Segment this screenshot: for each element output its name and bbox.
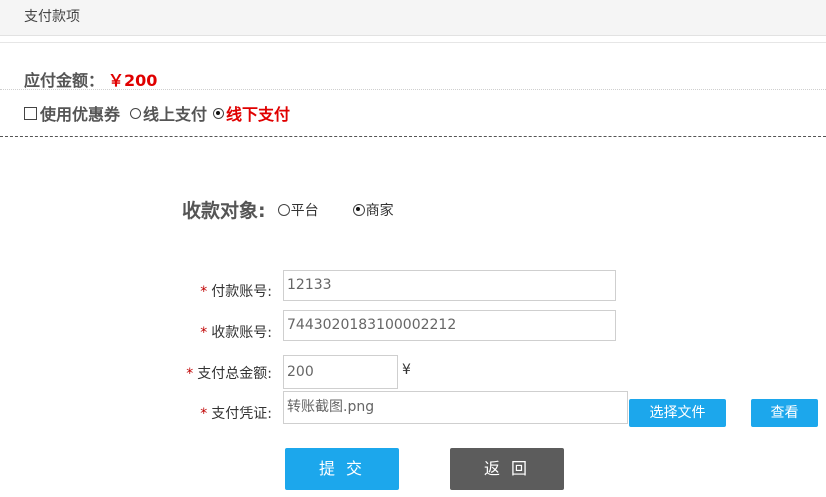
total-amount-input[interactable]: 200 xyxy=(283,355,398,389)
required-mark: * xyxy=(186,366,194,382)
payee-platform-radio[interactable]: 平台 xyxy=(277,200,319,220)
payment-options: 使用优惠券 线上支付 线下支付 xyxy=(24,101,290,125)
radio-selected-icon xyxy=(213,107,225,119)
coupon-label: 使用优惠券 xyxy=(40,105,121,124)
radio-selected-icon xyxy=(352,203,365,216)
offline-pay-radio[interactable]: 线下支付 xyxy=(213,101,290,125)
divider xyxy=(0,42,826,43)
receive-account-label-text: 收款账号: xyxy=(211,325,272,341)
pay-account-input[interactable]: 12133 xyxy=(283,270,616,301)
coupon-checkbox[interactable]: 使用优惠券 xyxy=(24,101,120,125)
online-pay-label: 线上支付 xyxy=(143,105,208,124)
divider xyxy=(0,136,826,137)
divider xyxy=(0,89,826,90)
receive-account-input[interactable]: 7443020183100002212 xyxy=(283,310,616,341)
voucher-file-input[interactable]: 转账截图.png xyxy=(283,391,628,424)
submit-button[interactable]: 提 交 xyxy=(285,448,399,490)
amount-due: 应付金额： ￥200 xyxy=(24,67,157,91)
radio-icon xyxy=(130,107,142,119)
receive-account-label: * 收款账号: xyxy=(0,322,272,342)
page-header: 支付款项 xyxy=(0,0,826,36)
amount-value: ￥200 xyxy=(108,71,158,90)
currency-unit: ¥ xyxy=(402,362,411,378)
choose-file-button[interactable]: 选择文件 xyxy=(629,399,726,427)
page-title: 支付款项 xyxy=(24,9,80,25)
pay-account-label-text: 付款账号: xyxy=(211,284,272,300)
offline-pay-label: 线下支付 xyxy=(226,105,291,124)
back-button[interactable]: 返 回 xyxy=(450,448,564,490)
amount-label: 应付金额： xyxy=(24,71,105,90)
voucher-label-text: 支付凭证: xyxy=(211,406,272,422)
pay-account-label: * 付款账号: xyxy=(0,281,272,301)
required-mark: * xyxy=(200,284,208,300)
voucher-label: * 支付凭证: xyxy=(0,403,272,423)
total-amount-label-text: 支付总金额: xyxy=(197,366,272,382)
payee-label: 收款对象: xyxy=(182,200,266,222)
required-mark: * xyxy=(200,406,208,422)
checkbox-icon xyxy=(24,107,37,120)
total-amount-label: * 支付总金额: xyxy=(0,363,272,383)
view-button[interactable]: 查看 xyxy=(751,399,818,427)
online-pay-radio[interactable]: 线上支付 xyxy=(130,101,207,125)
payee-merchant-label: 商家 xyxy=(365,202,394,219)
payee-merchant-radio[interactable]: 商家 xyxy=(352,200,394,220)
radio-icon xyxy=(277,203,290,216)
payee-platform-label: 平台 xyxy=(290,202,319,219)
required-mark: * xyxy=(200,325,208,341)
payee-selector: 收款对象: 平台 商家 xyxy=(182,196,394,223)
